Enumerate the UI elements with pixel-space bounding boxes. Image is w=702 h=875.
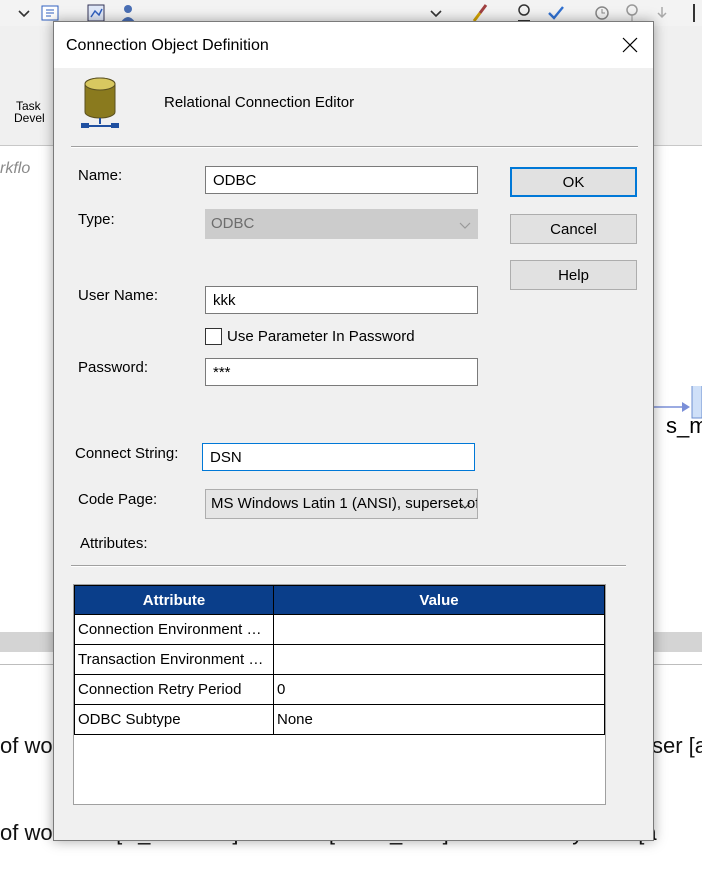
designer-icon[interactable] <box>86 3 106 23</box>
name-label: Name: <box>78 167 123 184</box>
output-line-1-right: ser [a <box>652 733 702 758</box>
dialog-header: Relational Connection Editor <box>54 68 653 148</box>
cancel-button[interactable]: Cancel <box>510 214 637 244</box>
chevron-down-icon[interactable] <box>426 3 446 23</box>
attribute-cell: Connection Environment SQL <box>74 614 274 645</box>
attributes-header-row: Attribute Value <box>74 585 605 615</box>
chevron-down-icon <box>459 222 471 229</box>
use-parameter-checkbox-row[interactable]: Use Parameter In Password <box>205 325 415 347</box>
attribute-cell: Transaction Environment SQL <box>74 644 274 675</box>
chevron-down-icon[interactable] <box>14 3 34 23</box>
attributes-label: Attributes: <box>80 535 148 552</box>
user-tool-icon[interactable] <box>118 3 138 23</box>
attribute-cell: ODBC Subtype <box>74 704 274 735</box>
connect-string-input[interactable] <box>202 443 475 471</box>
dialog-title: Connection Object Definition <box>66 37 269 54</box>
header-label: Relational Connection Editor <box>164 94 355 111</box>
connection-object-dialog: Connection Object Definition Relational … <box>53 21 654 841</box>
value-cell[interactable] <box>273 644 605 675</box>
select-tool-icon[interactable] <box>40 3 60 23</box>
use-parameter-checkbox[interactable] <box>205 327 222 345</box>
value-column-header[interactable]: Value <box>273 585 605 615</box>
attribute-cell: Connection Retry Period <box>74 674 274 705</box>
developer-label: Devel <box>14 111 45 125</box>
attribute-column-header[interactable]: Attribute <box>74 585 274 615</box>
chevron-down-icon <box>459 502 471 509</box>
workflow-tab-label: rkflo <box>0 160 31 177</box>
database-icon <box>81 77 119 128</box>
debug-icon[interactable] <box>622 3 642 23</box>
code-page-select-value: MS Windows Latin 1 (ANSI), superset of L… <box>211 495 477 512</box>
session-label[interactable]: s_m <box>666 413 702 439</box>
user-name-label: User Name: <box>78 287 159 304</box>
validate-icon[interactable] <box>514 3 534 23</box>
password-label: Password: <box>78 359 149 376</box>
toolbar-separator-icon <box>693 4 695 22</box>
header-divider <box>71 146 638 148</box>
brush-icon[interactable] <box>470 3 490 23</box>
help-button[interactable]: Help <box>510 260 637 290</box>
type-select-value: ODBC <box>211 215 255 232</box>
connect-string-label: Connect String: <box>75 445 179 462</box>
dialog-titlebar[interactable]: Connection Object Definition <box>54 22 653 68</box>
type-label: Type: <box>78 211 115 228</box>
checkmark-icon[interactable] <box>546 3 566 23</box>
use-parameter-label: Use Parameter In Password <box>227 327 415 345</box>
table-row[interactable]: Connection Retry Period 0 <box>74 674 605 705</box>
table-row[interactable]: Connection Environment SQL <box>74 614 605 645</box>
close-button[interactable] <box>607 22 653 68</box>
attributes-divider <box>71 565 626 567</box>
attributes-grid[interactable]: Attribute Value Connection Environment S… <box>73 584 606 805</box>
task-developer-button[interactable]: Task Devel <box>14 100 45 124</box>
timer-icon[interactable] <box>592 3 612 23</box>
code-page-select[interactable]: MS Windows Latin 1 (ANSI), superset of L… <box>205 489 478 519</box>
code-page-label: Code Page: <box>78 491 158 508</box>
output-line-1-left: of wor <box>0 733 60 758</box>
arrow-down-icon[interactable] <box>652 3 672 23</box>
name-input[interactable] <box>205 166 478 194</box>
ok-button[interactable]: OK <box>510 167 637 197</box>
close-icon <box>622 37 638 53</box>
user-name-input[interactable] <box>205 286 478 314</box>
attributes-table: Attribute Value Connection Environment S… <box>74 585 605 735</box>
type-select: ODBC <box>205 209 478 239</box>
table-row[interactable]: Transaction Environment SQL <box>74 644 605 675</box>
password-input[interactable] <box>205 358 478 386</box>
value-cell[interactable] <box>273 614 605 645</box>
value-cell[interactable]: 0 <box>273 674 605 705</box>
table-row[interactable]: ODBC Subtype None <box>74 704 605 735</box>
value-cell[interactable]: None <box>273 704 605 735</box>
